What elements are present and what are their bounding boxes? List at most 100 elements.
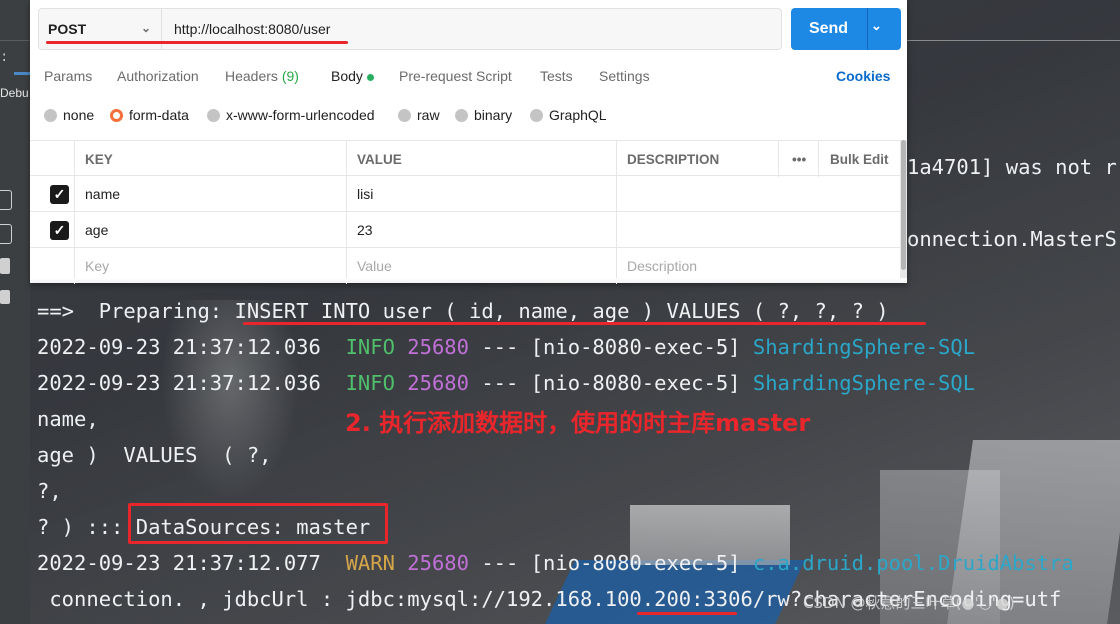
tab-tests[interactable]: Tests <box>540 68 573 84</box>
tab-headers-label: Headers <box>225 68 278 84</box>
log-timestamp: 2022-09-23 21:37:12.036 <box>37 335 321 359</box>
table-row: ✓ name lisi <box>30 176 900 212</box>
headers-count: (9) <box>281 68 299 84</box>
radio-graphql[interactable]: GraphQL <box>530 107 607 123</box>
scrollbar-thumb[interactable] <box>901 140 906 270</box>
postman-request-panel: POST ⌄ http://localhost:8080/user Send ⌄… <box>30 0 907 284</box>
radio-label: raw <box>417 107 440 123</box>
radio-none[interactable]: none <box>44 107 94 123</box>
log-thread: --- [nio-8080-exec-5] <box>481 551 741 575</box>
radio-circle <box>398 108 411 122</box>
radio-binary[interactable]: binary <box>455 107 512 123</box>
radio-raw[interactable]: raw <box>398 107 440 123</box>
radio-circle <box>207 108 220 122</box>
column-divider <box>778 141 779 177</box>
tab-body-label: Body <box>331 68 363 84</box>
radio-label: GraphQL <box>549 107 607 123</box>
method-label: POST <box>48 21 87 37</box>
ide-tab-divider <box>905 40 1120 41</box>
tab-body[interactable]: Body <box>331 68 374 84</box>
key-cell[interactable]: name <box>75 176 120 212</box>
console-line: age ) VALUES ( ?, <box>37 443 272 467</box>
preparing-prefix: ==> Preparing: <box>37 299 235 323</box>
radio-label: form-data <box>129 107 189 123</box>
send-button[interactable]: Send ⌄ <box>791 8 901 50</box>
key-cell[interactable]: age <box>75 212 108 248</box>
radio-label: binary <box>474 107 513 123</box>
sql-underline <box>243 322 926 325</box>
log-timestamp: 2022-09-23 21:37:12.036 <box>37 371 321 395</box>
wallpaper-block <box>630 505 790 565</box>
console-line: name, <box>37 407 99 431</box>
settings-icon[interactable] <box>0 258 10 274</box>
layout-icon[interactable] <box>0 290 10 304</box>
tab-authorization[interactable]: Authorization <box>117 68 199 84</box>
chevron-down-icon[interactable]: ⌄ <box>871 18 882 34</box>
tab-settings[interactable]: Settings <box>599 68 650 84</box>
radio-form-data[interactable]: form-data <box>110 107 189 123</box>
watermark: CSDN @秋意的三叶草(●'◡'●) <box>803 594 1015 612</box>
log-pid: 25680 <box>407 551 469 575</box>
ip-underline <box>637 612 737 615</box>
console-log-line: 2022-09-23 21:37:12.036 INFO 25680 --- [… <box>37 335 975 359</box>
log-level: INFO <box>345 335 395 359</box>
datasource-highlight-box <box>128 503 388 544</box>
console-log-line: 2022-09-23 21:37:12.077 WARN 25680 --- [… <box>37 551 1074 575</box>
console-log-line: 2022-09-23 21:37:12.036 INFO 25680 --- [… <box>37 371 975 395</box>
gutter-colon: : <box>0 50 9 66</box>
tab-params[interactable]: Params <box>44 68 92 84</box>
rerun-icon[interactable] <box>0 190 12 210</box>
tab-pre-request-script[interactable]: Pre-request Script <box>399 68 512 84</box>
log-level: INFO <box>345 371 395 395</box>
scrollbar[interactable] <box>900 140 907 280</box>
description-cell[interactable] <box>617 212 627 248</box>
console-line: ?, <box>37 479 62 503</box>
log-pid: 25680 <box>407 371 469 395</box>
description-cell[interactable] <box>617 176 627 212</box>
checkmark-icon: ✓ <box>50 220 69 240</box>
radio-label: x-www-form-urlencoded <box>226 107 375 123</box>
radio-circle-selected <box>110 108 123 122</box>
console-fragment: onnection.MasterS <box>907 227 1117 251</box>
log-logger: ShardingSphere-SQL <box>752 335 976 359</box>
column-header-key: KEY <box>85 151 113 167</box>
checkmark-icon: ✓ <box>50 184 69 204</box>
log-thread: --- [nio-8080-exec-5] <box>481 371 741 395</box>
body-status-dot <box>366 73 374 81</box>
send-label: Send <box>808 20 849 37</box>
radio-circle <box>455 108 468 122</box>
log-level: WARN <box>345 551 395 575</box>
send-divider <box>867 8 868 50</box>
more-options-icon[interactable]: ••• <box>782 141 806 177</box>
bulk-edit-button[interactable]: Bulk Edit <box>820 141 889 177</box>
ide-left-gutter: : Debu <box>0 0 30 624</box>
debug-tab-label[interactable]: Debu <box>0 86 29 100</box>
log-thread: --- [nio-8080-exec-5] <box>481 335 741 359</box>
console-line-preparing: ==> Preparing: INSERT INTO user ( id, na… <box>37 299 889 323</box>
preparing-sql: INSERT INTO user ( id, name, age ) VALUE… <box>234 299 889 323</box>
tab-headers[interactable]: Headers (9) <box>225 68 299 84</box>
step-over-icon[interactable] <box>0 224 12 244</box>
value-cell[interactable]: lisi <box>347 176 373 212</box>
cookies-link[interactable]: Cookies <box>836 68 890 84</box>
annotation-note: 2. 执行添加数据时，使用的时主库master <box>345 409 811 437</box>
tab-divider <box>0 40 30 41</box>
log-pid: 25680 <box>407 335 469 359</box>
value-cell[interactable]: 23 <box>347 212 373 248</box>
radio-circle <box>44 108 57 122</box>
chevron-down-icon: ⌄ <box>140 21 151 35</box>
radio-x-www-form-urlencoded[interactable]: x-www-form-urlencoded <box>207 107 375 123</box>
radio-label: none <box>63 107 95 123</box>
row-checkbox[interactable]: ✓ <box>40 212 69 248</box>
table-row: ✓ age 23 <box>30 212 900 248</box>
row-checkbox[interactable]: ✓ <box>40 176 69 212</box>
log-timestamp: 2022-09-23 21:37:12.077 <box>37 551 321 575</box>
wallpaper-figure <box>160 300 300 500</box>
radio-circle <box>530 108 543 122</box>
active-tab-indicator <box>14 72 30 75</box>
console-fragment: 1a4701] was not r <box>907 155 1117 179</box>
datasource-prefix: ? ) ::: <box>37 515 136 539</box>
log-logger: ShardingSphere-SQL <box>752 371 976 395</box>
column-header-description: DESCRIPTION <box>627 151 720 167</box>
request-underline <box>46 41 348 44</box>
